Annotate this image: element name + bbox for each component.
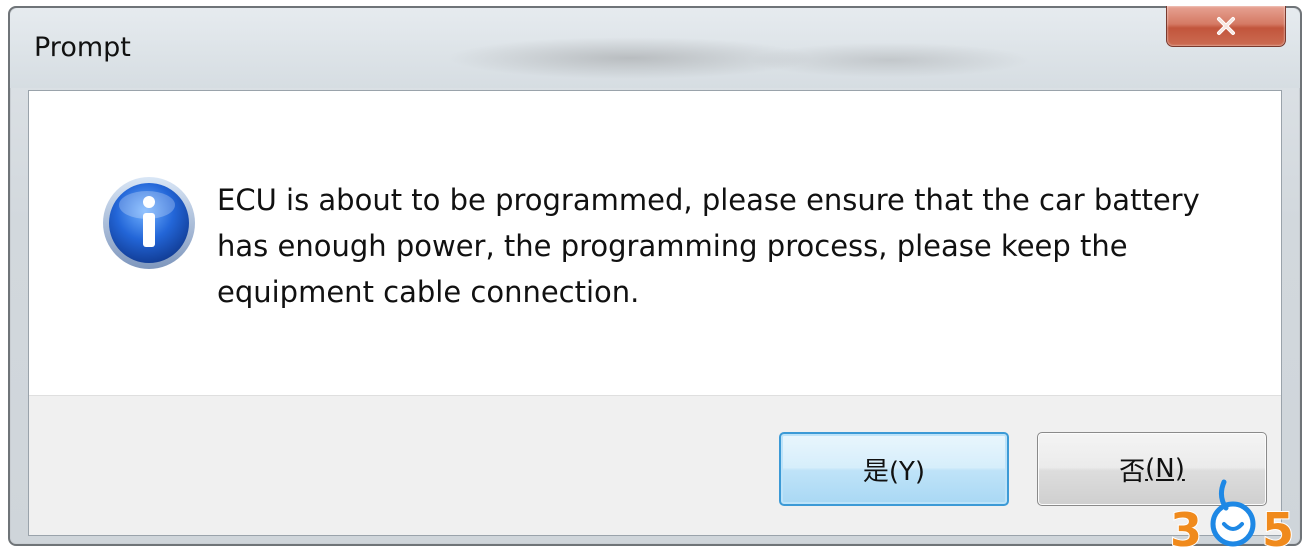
close-icon bbox=[1217, 17, 1235, 35]
dialog-window: Prompt ECU is about to be programmed, pl… bbox=[8, 6, 1302, 546]
no-button-label: 否 bbox=[1119, 456, 1146, 487]
close-button[interactable] bbox=[1166, 6, 1286, 47]
watermark-logo: 3 5 bbox=[1169, 479, 1295, 556]
message-area: ECU is about to be programmed, please en… bbox=[29, 91, 1281, 395]
message-text: ECU is about to be programmed, please en… bbox=[217, 183, 1200, 309]
yes-button-label: 是(Y) bbox=[862, 456, 926, 487]
title-bar[interactable]: Prompt bbox=[10, 6, 1300, 88]
yes-button[interactable]: 是(Y) bbox=[779, 432, 1009, 506]
button-bar: 是(Y) 否 (N) bbox=[29, 395, 1281, 535]
window-title: Prompt bbox=[34, 32, 131, 63]
svg-text:5: 5 bbox=[1262, 503, 1294, 556]
svg-text:3: 3 bbox=[1170, 503, 1202, 556]
info-icon bbox=[103, 177, 195, 269]
dialog-body: ECU is about to be programmed, please en… bbox=[28, 90, 1282, 536]
